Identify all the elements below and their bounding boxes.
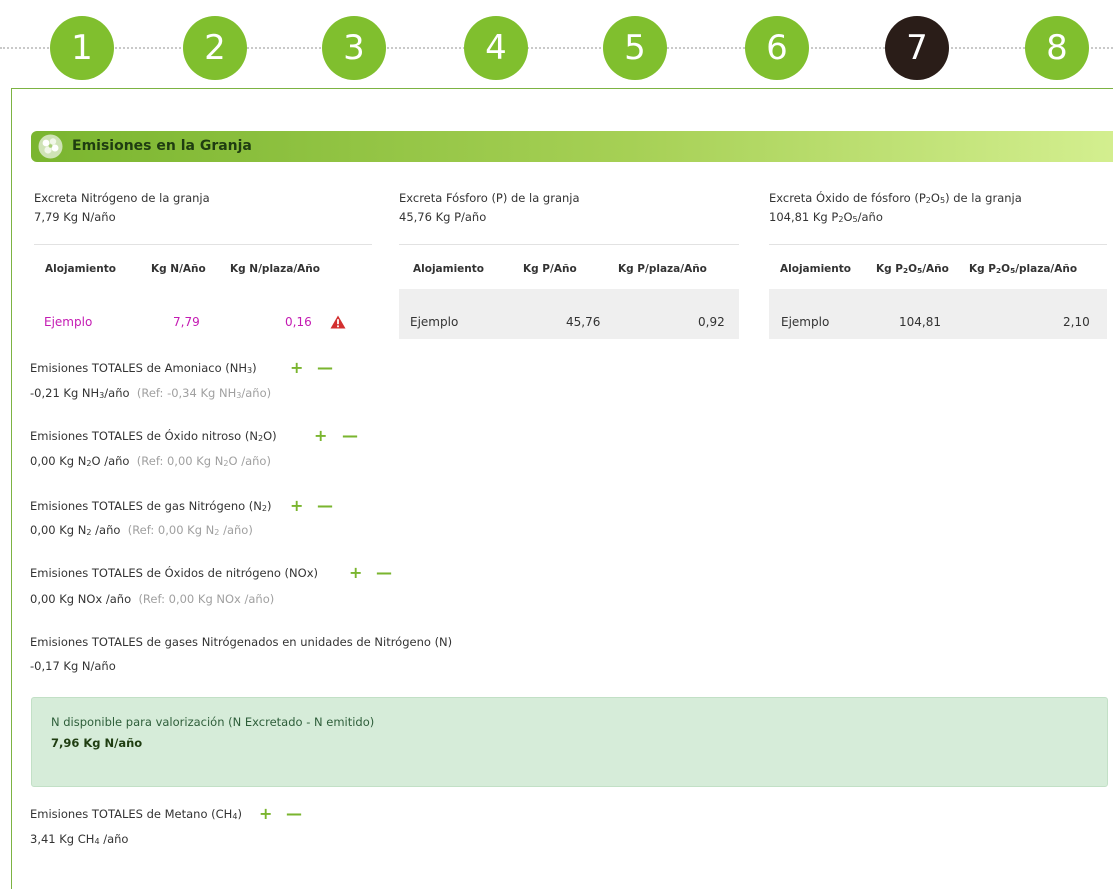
header-kg-p2o5-ano: Kg P2O5/Año bbox=[876, 263, 949, 276]
header-kg-p-ano: Kg P/Año bbox=[523, 263, 577, 275]
cell-alojamiento: Ejemplo bbox=[44, 315, 93, 329]
leaf-cluster-icon bbox=[38, 134, 63, 159]
step-2[interactable]: 2 bbox=[183, 16, 247, 80]
cell-kg-p-plaza-ano: 0,92 bbox=[698, 315, 725, 329]
cell-kg-p2o5-ano: 104,81 bbox=[899, 315, 941, 329]
ch4-emissions-value: 3,41 Kg CH4 /año bbox=[30, 832, 129, 847]
header-alojamiento: Alojamiento bbox=[413, 263, 484, 275]
divider bbox=[769, 244, 1107, 245]
content-panel: Emisiones en la Granja Excreta Nitrógeno… bbox=[11, 88, 1113, 889]
nh3-reference: (Ref: -0,34 Kg NH3/año) bbox=[136, 386, 272, 401]
n-total-emissions-title: Emisiones TOTALES de gases Nitrógenados … bbox=[30, 635, 453, 649]
n2o-emissions-value: 0,00 Kg N2O /año (Ref: 0,00 Kg N2O /año) bbox=[30, 454, 271, 469]
nox-reference: (Ref: 0,00 Kg NOx /año) bbox=[138, 592, 275, 606]
collapse-ch4-button[interactable]: — bbox=[286, 806, 302, 822]
phosphorus-title: Excreta Fósforo (P) de la granja bbox=[399, 191, 580, 205]
header-kg-n-plaza-ano: Kg N/plaza/Año bbox=[230, 263, 320, 275]
step-8[interactable]: 8 bbox=[1025, 16, 1089, 80]
cell-kg-n-plaza-ano: 0,16 bbox=[285, 315, 312, 329]
table-row bbox=[399, 289, 739, 339]
divider bbox=[34, 244, 372, 245]
step-3[interactable]: 3 bbox=[322, 16, 386, 80]
n2o-emissions-title: Emisiones TOTALES de Óxido nitroso (N2O) bbox=[30, 429, 277, 444]
p2o5-title: Excreta Óxido de fósforo (P2O5) de la gr… bbox=[769, 191, 1022, 206]
nh3-emissions-title: Emisiones TOTALES de Amoniaco (NH3) bbox=[30, 361, 257, 376]
available-n-box: N disponible para valorización (N Excret… bbox=[31, 697, 1108, 787]
step-4[interactable]: 4 bbox=[464, 16, 528, 80]
cell-kg-p-ano: 45,76 bbox=[566, 315, 601, 329]
table-row bbox=[769, 289, 1107, 339]
nox-emissions-value: 0,00 Kg NOx /año (Ref: 0,00 Kg NOx /año) bbox=[30, 592, 275, 606]
header-alojamiento: Alojamiento bbox=[45, 263, 116, 275]
cell-kg-p2o5-plaza-ano: 2,10 bbox=[1063, 315, 1090, 329]
header-kg-p2o5-plaza-ano: Kg P2O5/plaza/Año bbox=[969, 263, 1078, 276]
cell-alojamiento: Ejemplo bbox=[410, 315, 459, 329]
header-kg-p-plaza-ano: Kg P/plaza/Año bbox=[618, 263, 707, 275]
step-7-active[interactable]: 7 bbox=[885, 16, 949, 80]
available-n-title: N disponible para valorización (N Excret… bbox=[51, 715, 375, 729]
section-title: Emisiones en la Granja bbox=[72, 138, 252, 154]
cell-kg-n-ano: 7,79 bbox=[173, 315, 200, 329]
expand-ch4-button[interactable]: + bbox=[259, 806, 272, 822]
warning-icon[interactable] bbox=[330, 315, 346, 329]
nitrogen-value: 7,79 Kg N/año bbox=[34, 210, 116, 224]
nox-emissions-title: Emisiones TOTALES de Óxidos de nitrógeno… bbox=[30, 566, 318, 580]
phosphorus-value: 45,76 Kg P/año bbox=[399, 210, 487, 224]
available-n-value: 7,96 Kg N/año bbox=[51, 736, 143, 750]
nitrogen-title: Excreta Nitrógeno de la granja bbox=[34, 191, 210, 205]
n2-emissions-title: Emisiones TOTALES de gas Nitrógeno (N2) bbox=[30, 499, 272, 514]
expand-n2o-button[interactable]: + bbox=[314, 428, 327, 444]
section-header: Emisiones en la Granja bbox=[31, 131, 1113, 162]
collapse-nh3-button[interactable]: — bbox=[317, 360, 333, 376]
nh3-emissions-value: -0,21 Kg NH3/año (Ref: -0,34 Kg NH3/año) bbox=[30, 386, 272, 401]
n2-reference: (Ref: 0,00 Kg N2 /año) bbox=[127, 523, 253, 538]
n2-emissions-value: 0,00 Kg N2 /año (Ref: 0,00 Kg N2 /año) bbox=[30, 523, 253, 538]
expand-nh3-button[interactable]: + bbox=[290, 360, 303, 376]
cell-alojamiento: Ejemplo bbox=[781, 315, 830, 329]
expand-nox-button[interactable]: + bbox=[349, 565, 362, 581]
wizard-steps: 1 2 3 4 5 6 7 8 bbox=[0, 0, 1113, 92]
p2o5-value: 104,81 Kg P2O5/año bbox=[769, 210, 883, 225]
n2o-reference: (Ref: 0,00 Kg N2O /año) bbox=[136, 454, 271, 469]
step-1[interactable]: 1 bbox=[50, 16, 114, 80]
divider bbox=[399, 244, 739, 245]
step-5[interactable]: 5 bbox=[603, 16, 667, 80]
collapse-nox-button[interactable]: — bbox=[376, 565, 392, 581]
header-alojamiento: Alojamiento bbox=[780, 263, 851, 275]
header-kg-n-ano: Kg N/Año bbox=[151, 263, 206, 275]
collapse-n2-button[interactable]: — bbox=[317, 498, 333, 514]
n-total-emissions-value: -0,17 Kg N/año bbox=[30, 659, 116, 673]
ch4-emissions-title: Emisiones TOTALES de Metano (CH4) bbox=[30, 807, 242, 822]
expand-n2-button[interactable]: + bbox=[290, 498, 303, 514]
collapse-n2o-button[interactable]: — bbox=[342, 428, 358, 444]
step-6[interactable]: 6 bbox=[745, 16, 809, 80]
